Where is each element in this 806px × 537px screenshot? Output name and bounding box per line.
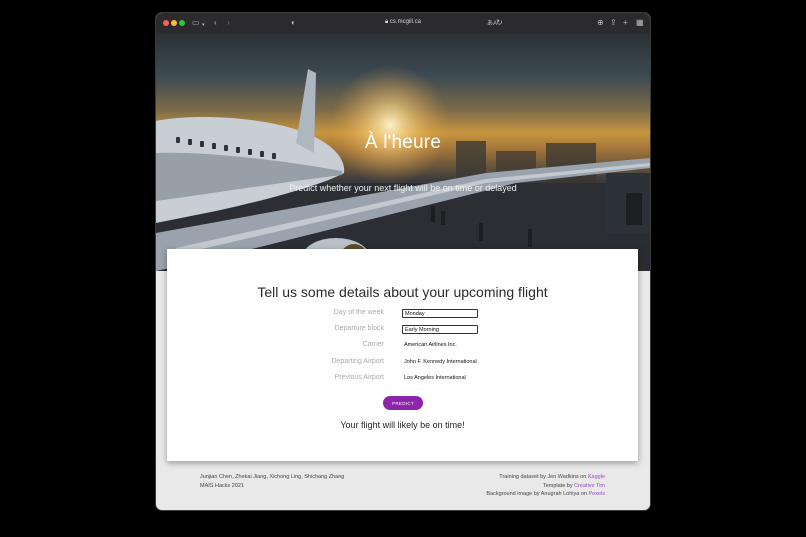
dataset-credit-text: Training dataset by Jen Wadkins on [499,474,587,480]
creative-tim-link[interactable]: Creative Tim [574,483,605,489]
hero-banner: À l'heure Predict whether your next flig… [156,33,650,271]
pexels-link[interactable]: Pexels [588,491,605,497]
footer-credits-left: Junjian Chen, Zhekai Jiang, Xichong Ling… [200,473,344,490]
template-credit-text: Template by [542,482,573,489]
kaggle-link[interactable]: Kaggle [588,474,605,480]
browser-toolbar: ▭ ▾ ‹ › ◐ 🔒︎ cs.mcgill.ca あA ↻ ⊕ ⇪ + ▦ [156,13,650,33]
previous-airport-label: Previous Airport [334,374,384,381]
hero-subtitle: Predict whether your next flight will be… [289,183,517,193]
day-of-week-select[interactable]: Monday [402,309,478,318]
event-text: MAIS Hacks 2021 [200,482,245,489]
address-bar-url: cs.mcgill.ca [389,19,421,25]
form-heading: Tell us some details about your upcoming… [257,284,548,300]
background-credit-text: Background image by Anugrah Lohiya on [486,491,587,497]
tab-overview-icon[interactable]: ▦ [636,18,644,28]
hero-title: À l'heure [364,132,442,153]
departing-airport-label: Departing Airport [331,358,384,365]
address-bar[interactable]: 🔒︎ cs.mcgill.ca [156,19,650,26]
browser-window: ▭ ▾ ‹ › ◐ 🔒︎ cs.mcgill.ca あA ↻ ⊕ ⇪ + ▦ À… [156,13,650,510]
predict-button[interactable]: PREDICT [383,396,423,410]
departure-block-select[interactable]: Early Morning [402,325,478,334]
authors-text: Junjian Chen, Zhekai Jiang, Xichong Ling… [200,474,345,480]
prediction-card: Tell us some details about your upcoming… [167,249,638,461]
footer-credits-right: Training dataset by Jen Wadkins on Kaggl… [486,473,605,499]
share-icon[interactable]: ⇪ [610,18,617,28]
departing-airport-select[interactable]: John F. Kennedy International [402,358,478,367]
new-tab-icon[interactable]: + [623,18,628,28]
day-of-week-label: Day of the week [333,309,384,316]
prediction-result: Your flight will likely be on time! [340,420,465,430]
carrier-label: Carrier [362,341,384,348]
departure-block-label: Departure block [334,325,384,332]
carrier-select[interactable]: American Airlines Inc. [402,341,478,350]
lock-icon: 🔒︎ [385,19,389,25]
reload-icon[interactable]: ↻ [496,18,503,28]
previous-airport-select[interactable]: Los Angeles International [402,374,478,383]
download-icon[interactable]: ⊕ [597,18,604,28]
